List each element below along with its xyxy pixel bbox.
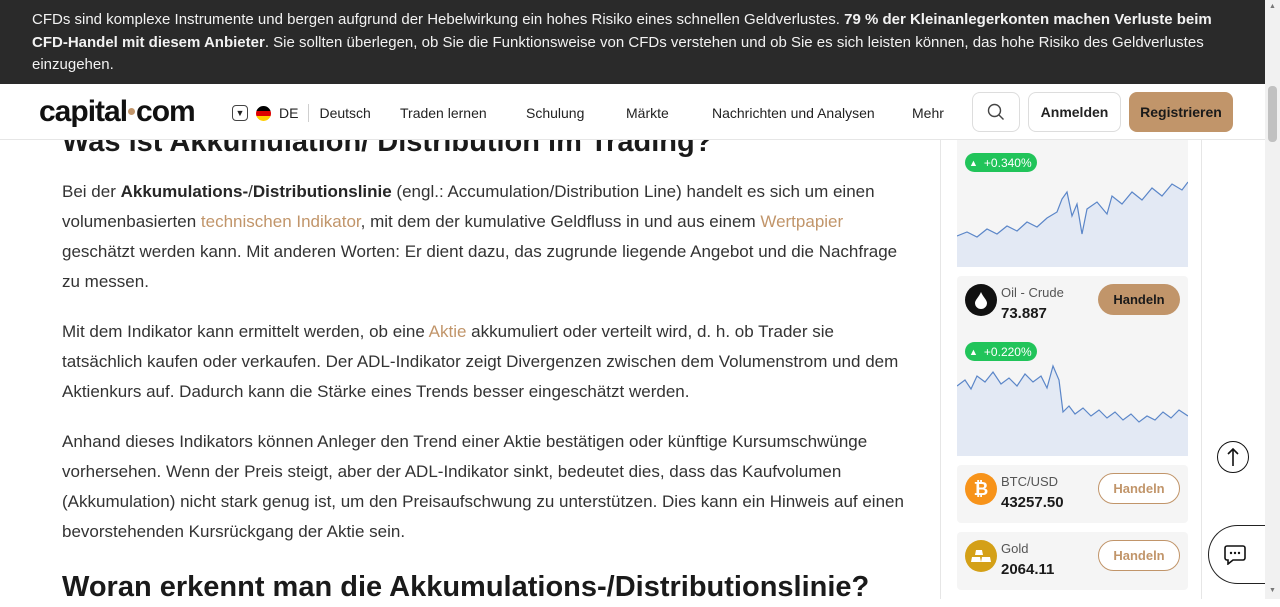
asset-price: 43257.50	[1001, 494, 1064, 511]
lang-code: DE	[279, 105, 299, 121]
language-selector[interactable]: ▼ DE Deutsch	[232, 104, 371, 122]
sparkline-chart	[957, 364, 1188, 456]
main-navbar: capital com ▼ DE Deutsch Traden lernen Sc…	[0, 84, 1265, 140]
section-heading-next: Woran erkennt man die Akkumulations-/Dis…	[62, 571, 870, 603]
asset-price: 73.887	[1001, 305, 1047, 322]
chevron-down-icon: ▼	[232, 105, 248, 121]
risk-text-1: CFDs sind komplexe Instrumente und berge…	[32, 11, 845, 28]
flag-de-icon	[256, 105, 271, 121]
trade-button-oil[interactable]: Handeln	[1098, 284, 1180, 315]
lang-name: Deutsch	[319, 105, 371, 121]
scroll-to-top-button[interactable]	[1217, 441, 1249, 473]
scrollbar-thumb[interactable]	[1268, 86, 1277, 142]
link-wertpapier[interactable]: Wertpapier	[760, 212, 843, 231]
p1-text: Bei der	[62, 182, 121, 201]
change-value: +0.340%	[983, 155, 1032, 170]
market-sidebar: ▲ +0.340% Oil - Crude 73.887 Handeln ▲ +0.…	[940, 130, 1202, 599]
caret-up-icon: ▲	[969, 157, 978, 168]
logo-dot	[128, 108, 136, 115]
login-button[interactable]: Anmelden	[1028, 92, 1121, 132]
change-badge: ▲ +0.340%	[965, 153, 1037, 172]
nav-mehr[interactable]: Mehr	[912, 105, 944, 121]
change-value: +0.220%	[983, 344, 1032, 359]
search-icon	[987, 103, 1004, 120]
sparkline-chart	[957, 181, 1188, 267]
p1-text: geschätzt werden kann. Mit anderen Worte…	[62, 242, 898, 291]
p1-bold-2: Distributionslinie	[252, 182, 392, 201]
gold-bars-icon	[965, 540, 997, 572]
asset-name: BTC/USD	[1001, 474, 1059, 489]
paragraph-3: Anhand dieses Indikators können Anleger …	[62, 432, 904, 541]
caret-up-icon: ▲	[969, 346, 978, 357]
oil-drop-icon	[965, 284, 997, 316]
logo-text-left: capital	[39, 95, 128, 128]
scroll-up-arrow[interactable]: ▲	[1269, 3, 1276, 10]
change-badge: ▲ +0.220%	[965, 342, 1037, 361]
market-card-gold[interactable]: Gold 2064.11 Handeln	[957, 532, 1188, 590]
trade-button-gold[interactable]: Handeln	[1098, 540, 1180, 571]
logo-text-right: com	[136, 95, 196, 128]
article-body: Was ist Akkumulation/ Distribution im Tr…	[62, 122, 912, 607]
nav-schulung[interactable]: Schulung	[526, 105, 584, 121]
nav-nachrichten[interactable]: Nachrichten und Analysen	[712, 105, 875, 121]
market-card-oil[interactable]: Oil - Crude 73.887 Handeln ▲ +0.220%	[957, 276, 1188, 456]
chat-button[interactable]	[1208, 525, 1268, 584]
page-scrollbar[interactable]: ▲ ▼	[1265, 0, 1280, 599]
search-button[interactable]	[972, 92, 1020, 132]
paragraph-1: Bei der Akkumulations-/Distributionslini…	[62, 177, 912, 297]
p1-text: , mit dem der kumulative Geldfluss in un…	[360, 212, 761, 231]
trade-button-btc[interactable]: Handeln	[1098, 473, 1180, 504]
market-card-top[interactable]: ▲ +0.340%	[957, 130, 1188, 267]
risk-warning-banner: CFDs sind komplexe Instrumente und berge…	[0, 0, 1265, 84]
market-card-btc[interactable]: ₿ BTC/USD 43257.50 Handeln	[957, 465, 1188, 523]
asset-name: Oil - Crude	[1001, 285, 1064, 300]
bitcoin-icon: ₿	[965, 473, 997, 505]
lang-separator	[308, 104, 310, 122]
link-aktie[interactable]: Aktie	[429, 322, 467, 341]
asset-name: Gold	[1001, 541, 1029, 556]
scroll-down-arrow[interactable]: ▼	[1269, 587, 1276, 594]
paragraph-2: Mit dem Indikator kann ermittelt werden,…	[62, 317, 912, 407]
link-technischer-indikator[interactable]: technischen Indikator	[201, 212, 361, 231]
register-button[interactable]: Registrieren	[1129, 92, 1233, 132]
chat-icon	[1223, 544, 1246, 565]
arrow-up-icon	[1227, 447, 1239, 466]
p1-bold-1: Akkumulations-	[120, 182, 249, 201]
nav-maerkte[interactable]: Märkte	[626, 105, 669, 121]
nav-traden-lernen[interactable]: Traden lernen	[400, 105, 487, 121]
capital-logo[interactable]: capital com	[39, 95, 196, 129]
asset-price: 2064.11	[1001, 561, 1055, 578]
p2-text: Mit dem Indikator kann ermittelt werden,…	[62, 322, 429, 341]
